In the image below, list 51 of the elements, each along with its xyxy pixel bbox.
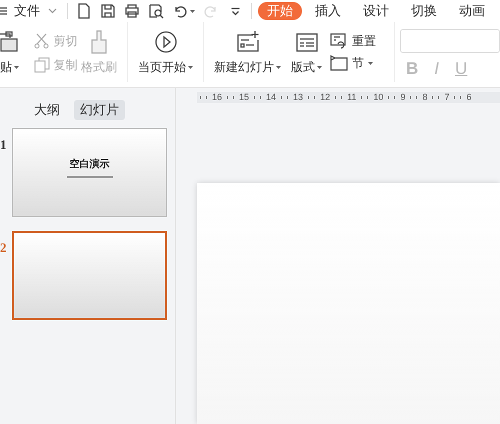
scissors-icon xyxy=(34,33,50,49)
chevron-icon xyxy=(230,6,240,16)
ribbon-tab[interactable]: 设计 xyxy=(354,2,398,20)
panel-tab[interactable]: 大纲 xyxy=(28,100,66,120)
brush-icon xyxy=(90,30,108,54)
ruler-number: 13 xyxy=(293,93,304,102)
caret-icon xyxy=(276,66,282,68)
layout-button[interactable]: 版式 xyxy=(291,22,322,76)
ruler-number: 10 xyxy=(373,93,384,102)
ruler-number: 12 xyxy=(320,93,330,102)
reset-icon xyxy=(330,33,348,49)
chevron-icon xyxy=(48,8,57,14)
play-from-current-button[interactable]: 当页开始 xyxy=(138,22,194,76)
ruler-number: 11 xyxy=(347,93,356,102)
ruler-number: 6 xyxy=(466,93,472,102)
section-icon xyxy=(330,55,348,71)
panel-tab[interactable]: 幻灯片 xyxy=(74,100,125,120)
reset-button[interactable]: 重置 xyxy=(330,32,376,50)
print-button[interactable] xyxy=(124,3,140,19)
new-button[interactable] xyxy=(76,3,92,19)
ruler-number: 15 xyxy=(239,93,250,102)
save-button[interactable] xyxy=(100,3,116,19)
section-button[interactable]: 节 xyxy=(330,54,376,72)
caret-icon xyxy=(368,62,374,64)
caret-icon xyxy=(317,66,322,68)
ribbon-tab[interactable]: 动画 xyxy=(450,2,494,20)
ruler-number: 16 xyxy=(212,93,222,102)
ribbon-tab[interactable]: 插入 xyxy=(306,2,350,20)
play-icon xyxy=(154,30,178,54)
ruler-number: 8 xyxy=(422,93,428,102)
slide-thumbnail[interactable] xyxy=(12,231,167,320)
font-name-field[interactable] xyxy=(400,29,500,53)
slide-number: 1 xyxy=(0,138,8,152)
caret-icon xyxy=(188,66,194,68)
slide-title: 空白演示 xyxy=(70,159,110,171)
ribbon-tab[interactable]: 切换 xyxy=(402,2,446,20)
file-menu[interactable]: 文件 xyxy=(14,1,40,21)
caret-icon xyxy=(14,66,19,68)
caret-icon xyxy=(190,10,195,12)
new-slide-button[interactable]: 新建幻灯片 xyxy=(214,22,282,76)
copy-icon xyxy=(34,57,50,73)
preview-button[interactable] xyxy=(148,3,164,19)
paste-label: 贴 xyxy=(0,59,12,76)
paste-button[interactable]: 贴 xyxy=(0,22,23,76)
ruler-number: 9 xyxy=(400,93,406,102)
slide-thumbnail[interactable]: 空白演示 xyxy=(12,128,167,217)
slide-number: 2 xyxy=(0,241,8,255)
ruler-number: 14 xyxy=(266,93,276,102)
menu-icon xyxy=(0,6,8,16)
ruler-number: 7 xyxy=(444,93,450,102)
new-slide-icon xyxy=(236,30,260,54)
